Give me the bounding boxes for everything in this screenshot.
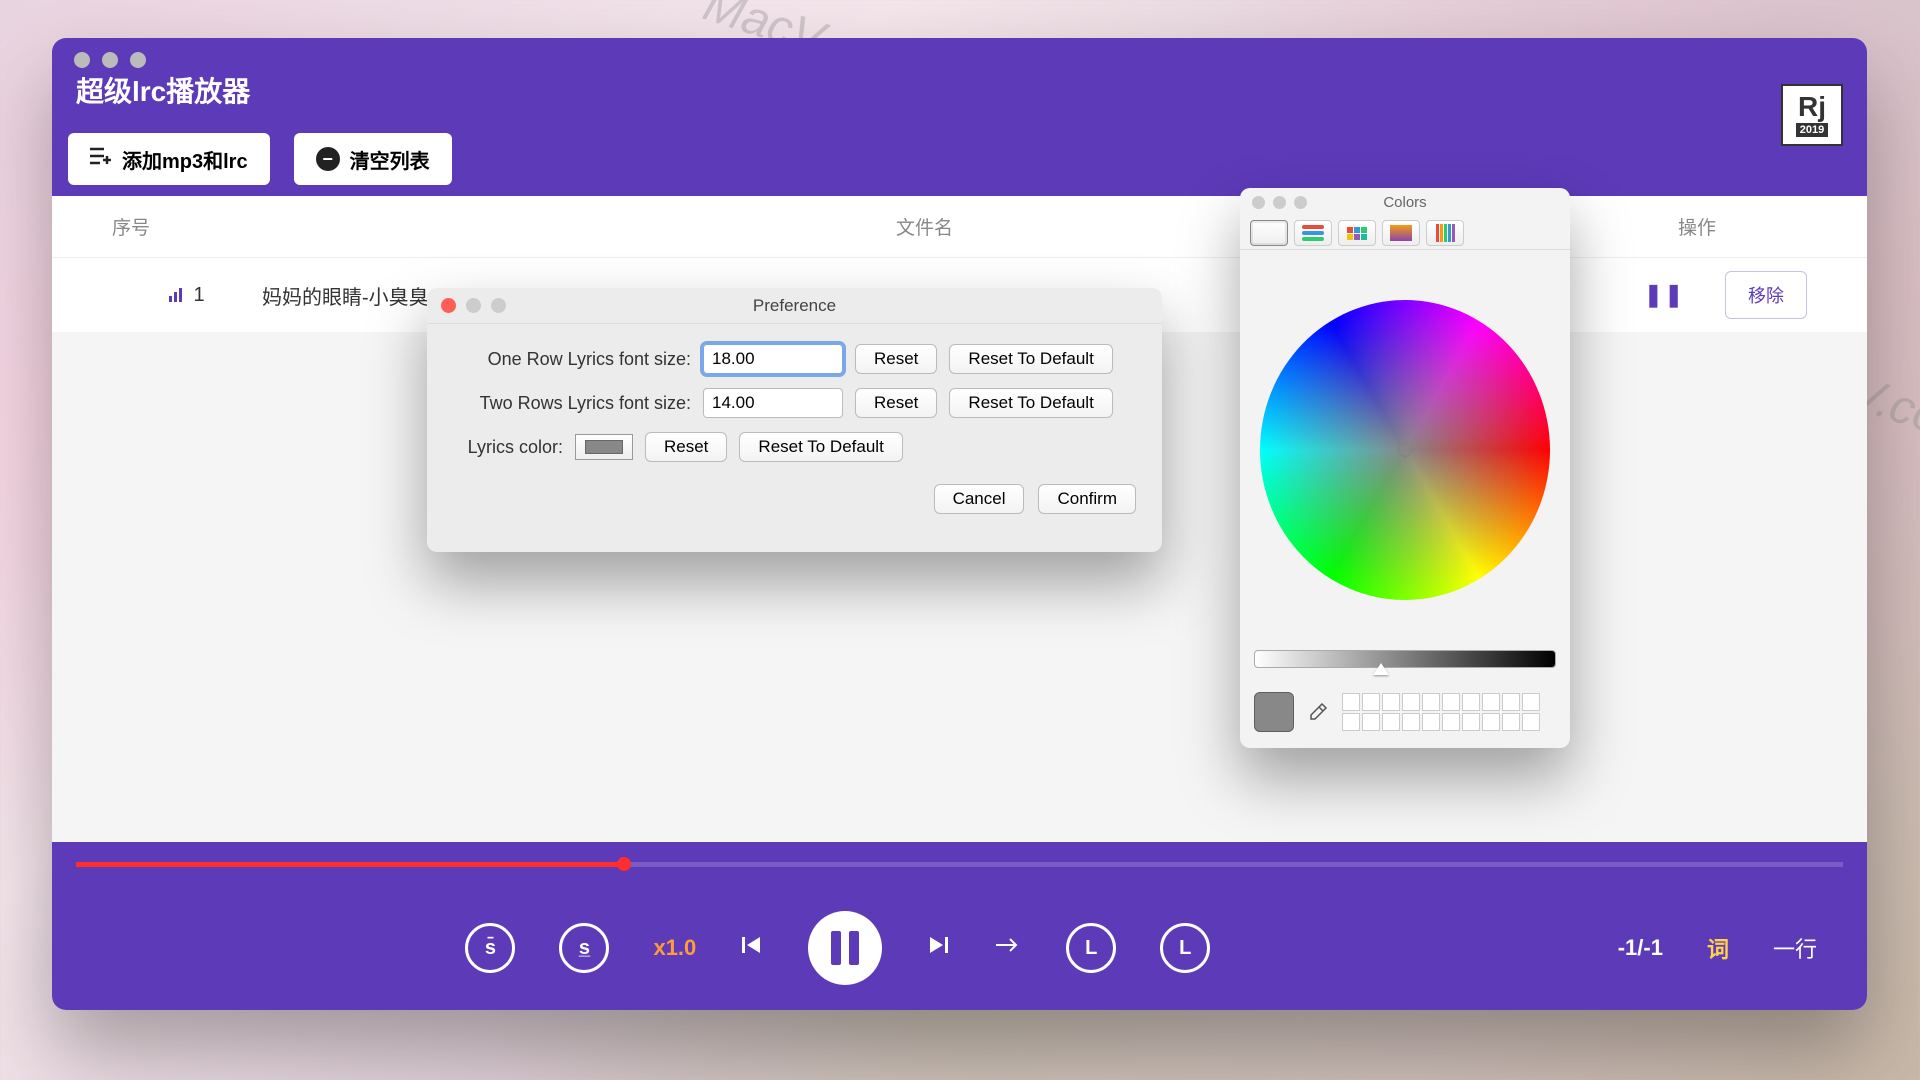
- two-row-font-input[interactable]: [703, 388, 843, 418]
- color-picker-tabs: [1240, 216, 1570, 250]
- speed-label[interactable]: x1.0: [653, 935, 696, 961]
- player-bar: s̄ s̲ x1.0 L L -1/-1 词 一行: [52, 842, 1867, 1010]
- logo-initials: Rj: [1798, 93, 1826, 121]
- seq-number: 1: [193, 284, 204, 307]
- table-header: 序号 文件名 操作: [52, 196, 1867, 258]
- tab-pencils[interactable]: [1426, 220, 1464, 246]
- close-icon[interactable]: [1252, 196, 1265, 209]
- zoom-icon[interactable]: [130, 52, 146, 68]
- image-icon: [1390, 225, 1412, 241]
- add-files-button[interactable]: 添加mp3和lrc: [68, 133, 270, 185]
- zoom-icon[interactable]: [1294, 196, 1307, 209]
- brightness-slider[interactable]: [1254, 650, 1556, 668]
- current-color-swatch[interactable]: [1254, 692, 1294, 732]
- confirm-button[interactable]: Confirm: [1038, 484, 1136, 514]
- repeat-mode-button[interactable]: [994, 935, 1022, 961]
- saved-swatches[interactable]: [1342, 693, 1540, 731]
- toolbar: 添加mp3和lrc − 清空列表: [52, 122, 1867, 196]
- dialog-title: Preference: [427, 288, 1162, 324]
- minus-circle-icon: −: [316, 147, 340, 171]
- color-swatch-icon: [585, 440, 623, 454]
- eyedropper-button[interactable]: [1304, 698, 1332, 726]
- colors-title-text: Colors: [1383, 194, 1426, 211]
- window-controls: [74, 52, 146, 68]
- lyric-mode-l1-button[interactable]: L: [1066, 923, 1116, 973]
- list-add-icon: [90, 147, 112, 171]
- titlebar: 超级lrc播放器 Rj 2019: [52, 38, 1867, 122]
- color-wheel[interactable]: [1260, 300, 1550, 600]
- player-controls: s̄ s̲ x1.0 L L -1/-1 词 一行: [52, 886, 1867, 1010]
- dialog-window-controls: [441, 298, 506, 313]
- loop-start-button[interactable]: s̄: [465, 923, 515, 973]
- zoom-icon: [491, 298, 506, 313]
- add-files-label: 添加mp3和lrc: [122, 145, 248, 174]
- two-row-reset-default-button[interactable]: Reset To Default: [949, 388, 1112, 418]
- remove-button[interactable]: 移除: [1725, 271, 1807, 319]
- palette-icon: [1347, 227, 1367, 240]
- dialog-title-text: Preference: [753, 296, 836, 316]
- tab-color-palettes[interactable]: [1338, 220, 1376, 246]
- two-row-label: Two Rows Lyrics font size:: [453, 393, 691, 414]
- one-row-label: One Row Lyrics font size:: [453, 349, 691, 370]
- two-row-reset-button[interactable]: Reset: [855, 388, 937, 418]
- minimize-icon[interactable]: [1273, 196, 1286, 209]
- colors-window-controls: [1252, 196, 1307, 209]
- tab-color-sliders[interactable]: [1294, 220, 1332, 246]
- color-reset-button[interactable]: Reset: [645, 432, 727, 462]
- sliders-icon: [1302, 225, 1324, 241]
- one-row-font-input[interactable]: [703, 344, 843, 374]
- col-seq: 序号: [112, 213, 262, 240]
- color-swatch-button[interactable]: [575, 434, 633, 460]
- color-wheel-icon: [1259, 223, 1279, 243]
- minimize-icon: [466, 298, 481, 313]
- close-icon[interactable]: [74, 52, 90, 68]
- progress-bar[interactable]: [52, 842, 1867, 886]
- row-pause-icon[interactable]: ❚❚: [1644, 282, 1685, 308]
- preference-dialog: Preference One Row Lyrics font size: Res…: [427, 288, 1162, 552]
- clear-list-button[interactable]: − 清空列表: [294, 133, 452, 185]
- pencils-icon: [1436, 224, 1455, 242]
- colors-panel: Colors: [1240, 188, 1570, 748]
- lyrics-toggle-button[interactable]: 词: [1707, 932, 1729, 964]
- position-label: -1/-1: [1618, 935, 1663, 961]
- next-button[interactable]: [926, 933, 950, 963]
- progress-thumb[interactable]: [617, 857, 631, 871]
- lyric-mode-l2-button[interactable]: L: [1160, 923, 1210, 973]
- row-mode-button[interactable]: 一行: [1773, 932, 1817, 964]
- cancel-button[interactable]: Cancel: [934, 484, 1025, 514]
- playing-icon: [169, 288, 187, 302]
- pause-icon: [831, 931, 859, 965]
- brightness-thumb[interactable]: [1373, 663, 1389, 675]
- prev-button[interactable]: [740, 933, 764, 963]
- one-row-reset-button[interactable]: Reset: [855, 344, 937, 374]
- tab-color-wheel[interactable]: [1250, 220, 1288, 246]
- color-wheel-cursor[interactable]: [1396, 441, 1414, 459]
- app-logo: Rj 2019: [1781, 84, 1843, 146]
- app-title: 超级lrc播放器: [76, 70, 250, 110]
- color-label: Lyrics color:: [453, 437, 563, 458]
- logo-year: 2019: [1796, 123, 1828, 137]
- col-op: 操作: [1587, 213, 1807, 240]
- color-reset-default-button[interactable]: Reset To Default: [739, 432, 902, 462]
- minimize-icon[interactable]: [102, 52, 118, 68]
- colors-title: Colors: [1240, 188, 1570, 216]
- seq-cell: 1: [112, 284, 262, 307]
- close-icon[interactable]: [441, 298, 456, 313]
- play-pause-button[interactable]: [808, 911, 882, 985]
- clear-list-label: 清空列表: [350, 145, 430, 174]
- one-row-reset-default-button[interactable]: Reset To Default: [949, 344, 1112, 374]
- tab-image-palettes[interactable]: [1382, 220, 1420, 246]
- op-cell: ❚❚ 移除: [1587, 271, 1807, 319]
- loop-end-button[interactable]: s̲: [559, 923, 609, 973]
